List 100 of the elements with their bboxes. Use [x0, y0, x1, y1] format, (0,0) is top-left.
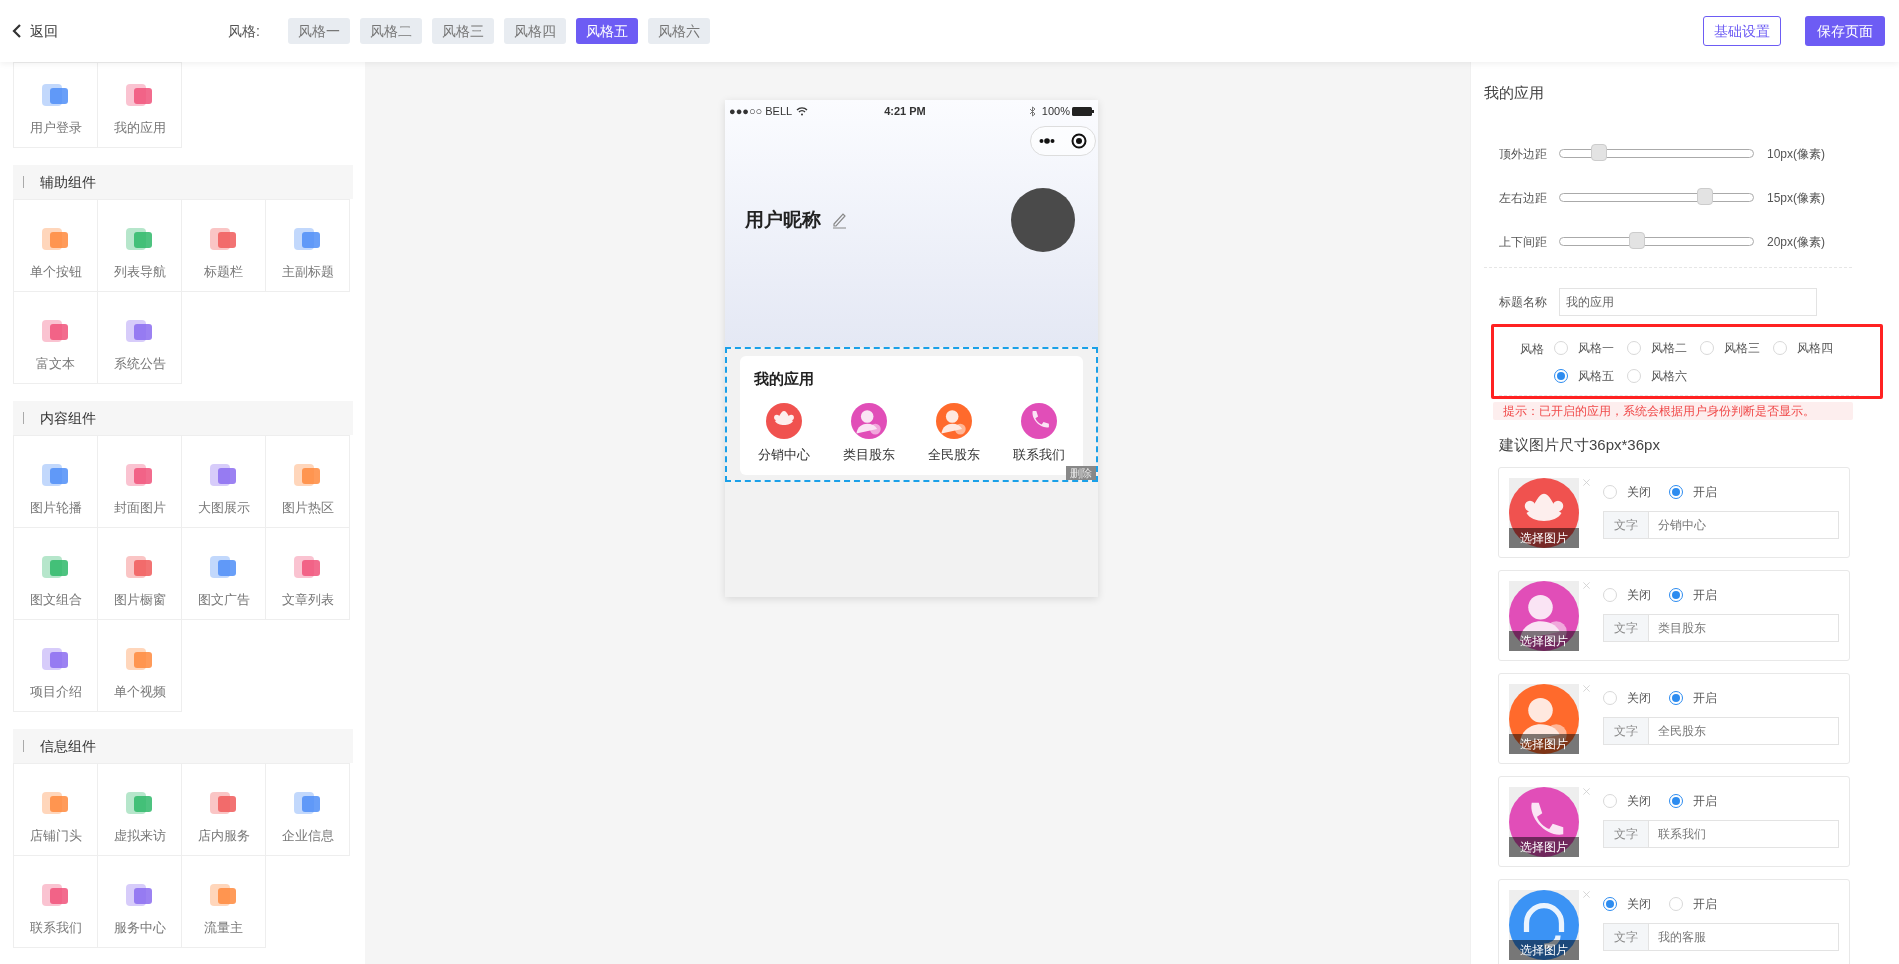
tile-label: 单个视频 [113, 682, 166, 701]
tile-label: 店铺门头 [29, 826, 82, 845]
radio-button[interactable] [1669, 794, 1683, 808]
radio-button[interactable] [1554, 368, 1568, 383]
slider-thumb[interactable] [1629, 232, 1646, 249]
toggle-option[interactable]: 开启 [1669, 792, 1717, 810]
style-option[interactable]: 风格四 [1773, 338, 1846, 357]
close-icon[interactable] [1583, 890, 1590, 899]
style-option[interactable]: 风格三 [1700, 338, 1773, 357]
notice-banner: 提示：已开启的应用，系统会根据用户身份判断是否显示。 [1493, 401, 1853, 420]
component-icon [125, 645, 154, 672]
style-tab[interactable]: 风格二 [359, 18, 422, 44]
style-tab[interactable]: 风格六 [647, 18, 710, 44]
component-tile[interactable]: 富文本 [13, 291, 98, 384]
component-tile[interactable]: 流量主 [181, 855, 266, 948]
group-title: 内容组件 [40, 408, 96, 428]
toggle-option[interactable]: 开启 [1669, 895, 1717, 913]
slider-thumb[interactable] [1590, 144, 1607, 161]
wifi-icon [796, 106, 809, 116]
component-icon [125, 81, 154, 108]
component-tile[interactable]: 图片轮播 [13, 435, 98, 528]
tile-label: 店内服务 [197, 826, 250, 845]
component-icon [293, 225, 322, 252]
choose-image-label: 选择图片 [1509, 734, 1579, 754]
close-icon[interactable] [1583, 581, 1590, 590]
toggle-option[interactable]: 开启 [1669, 586, 1717, 604]
image-picker[interactable]: 选择图片 [1509, 478, 1579, 548]
toggle-option[interactable]: 关闭 [1603, 792, 1651, 810]
tile-label: 图文组合 [29, 590, 82, 609]
radio-button[interactable] [1669, 691, 1683, 705]
tile-label: 联系我们 [29, 918, 82, 937]
component-icon [125, 881, 154, 908]
radio-button[interactable] [1669, 485, 1683, 499]
close-icon[interactable] [1583, 787, 1590, 796]
toggle-option[interactable]: 关闭 [1603, 483, 1651, 501]
panel-title: 我的应用 [1484, 83, 1545, 103]
tile-label: 图片热区 [281, 498, 334, 517]
component-icon [125, 789, 154, 816]
component-tile[interactable]: 标题栏 [181, 199, 266, 292]
slider-reading: 20px(像素) [1767, 233, 1825, 251]
component-tile[interactable]: 店铺门头 [13, 763, 98, 856]
toggle-option[interactable]: 关闭 [1603, 689, 1651, 707]
choose-image-label: 选择图片 [1509, 631, 1579, 651]
image-picker[interactable]: 选择图片 [1509, 684, 1579, 754]
style-option[interactable]: 风格一 [1554, 338, 1627, 357]
chevron-left-icon [12, 24, 22, 38]
app-item[interactable]: 联系我们 [1009, 402, 1069, 464]
component-tile[interactable]: 主副标题 [265, 199, 350, 292]
size-hint: 建议图片尺寸36px*36px [1499, 434, 1661, 455]
style-tab[interactable]: 风格三 [431, 18, 494, 44]
tile-label: 用户登录 [29, 118, 82, 137]
component-icon [125, 553, 154, 580]
component-tile[interactable]: 用户登录 [13, 62, 98, 148]
tile-label: 封面图片 [113, 498, 166, 517]
toggle-option[interactable]: 关闭 [1603, 586, 1651, 604]
component-icon [125, 225, 154, 252]
close-icon[interactable] [1583, 684, 1590, 693]
component-tile[interactable]: 单个按钮 [13, 199, 98, 292]
back-button[interactable]: 返回 [12, 20, 58, 42]
app-item[interactable]: 类目股东 [839, 402, 899, 464]
style-option[interactable]: 风格六 [1627, 366, 1700, 385]
tile-label: 标题栏 [204, 262, 243, 281]
radio-button[interactable] [1603, 897, 1617, 911]
image-picker[interactable]: 选择图片 [1509, 787, 1579, 857]
style-option[interactable]: 风格二 [1627, 338, 1700, 357]
group-title: 辅助组件 [40, 172, 96, 192]
app-item[interactable]: 全民股东 [924, 402, 984, 464]
title-input[interactable]: 我的应用 [1559, 287, 1817, 316]
style-option[interactable]: 风格五 [1554, 366, 1627, 385]
nickname: 用户昵称 [745, 207, 821, 232]
slider-thumb[interactable] [1696, 188, 1713, 205]
component-tile[interactable]: 联系我们 [13, 855, 98, 948]
save-page-button[interactable]: 保存页面 [1805, 16, 1885, 46]
component-tile[interactable]: 项目介绍 [13, 619, 98, 712]
capsule-menu[interactable] [1030, 126, 1096, 156]
component-tile[interactable]: 图片热区 [265, 435, 350, 528]
delete-button[interactable]: 删除 [1066, 466, 1096, 480]
image-picker[interactable]: 选择图片 [1509, 890, 1579, 960]
style-tab[interactable]: 风格四 [503, 18, 566, 44]
radio-button[interactable] [1669, 588, 1683, 602]
style-tab[interactable]: 风格一 [287, 18, 350, 44]
app-item[interactable]: 分销中心 [754, 402, 814, 464]
toggle-option[interactable]: 关闭 [1603, 895, 1651, 913]
component-icon [41, 81, 70, 108]
tile-label: 列表导航 [113, 262, 166, 281]
image-picker[interactable]: 选择图片 [1509, 581, 1579, 651]
close-icon[interactable] [1583, 478, 1590, 487]
component-tile[interactable]: 单个视频 [97, 619, 182, 712]
tile-label: 图片橱窗 [113, 590, 166, 609]
tile-label: 虚拟来访 [113, 826, 166, 845]
basic-settings-button[interactable]: 基础设置 [1703, 16, 1781, 46]
toggle-option[interactable]: 开启 [1669, 483, 1717, 501]
component-tile[interactable]: 系统公告 [97, 291, 182, 384]
toggle-option[interactable]: 开启 [1669, 689, 1717, 707]
component-tile[interactable]: 文章列表 [265, 527, 350, 620]
component-icon [209, 881, 238, 908]
component-tile[interactable]: 企业信息 [265, 763, 350, 856]
style-tab[interactable]: 风格五 [575, 18, 638, 44]
choose-image-label: 选择图片 [1509, 837, 1579, 857]
component-tile[interactable]: 我的应用 [97, 62, 182, 148]
